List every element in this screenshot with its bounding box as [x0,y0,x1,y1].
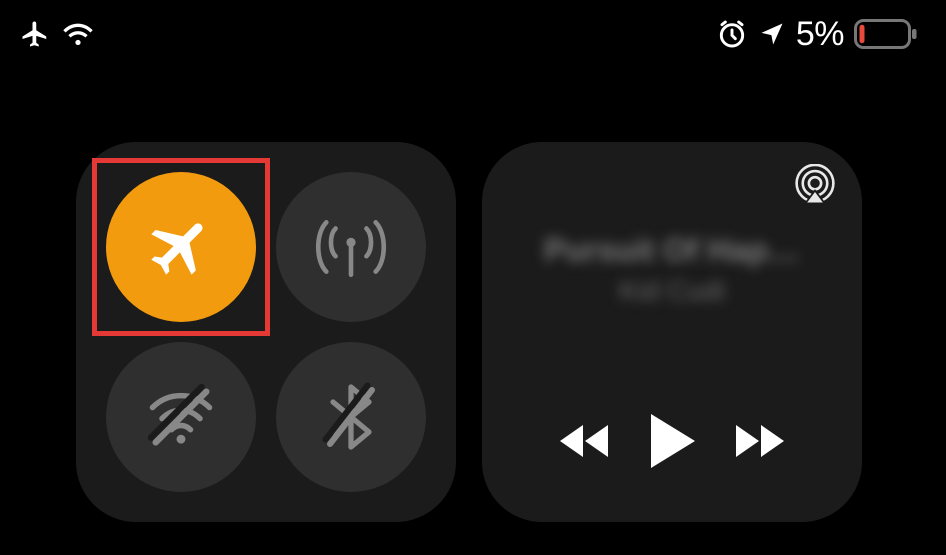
media-artist: Kid Cudi [506,275,838,307]
cellular-antenna-icon [314,210,388,284]
control-center-panels: Pursuit Of Hap… Kid Cudi [76,142,862,522]
bluetooth-toggle[interactable] [276,342,426,492]
wifi-off-icon [143,379,219,455]
status-left [20,19,94,49]
airplay-icon[interactable] [794,164,836,206]
battery-status-icon [854,19,918,49]
cellular-data-toggle[interactable] [276,172,426,322]
previous-track-button[interactable] [558,420,616,462]
media-panel[interactable]: Pursuit Of Hap… Kid Cudi [482,142,862,522]
status-bar: 5% [0,0,946,68]
battery-percent-label: 5% [796,15,844,54]
connectivity-grid [76,142,456,522]
wifi-toggle[interactable] [106,342,256,492]
next-track-button[interactable] [728,420,786,462]
alarm-status-icon [716,18,748,50]
connectivity-panel[interactable] [76,142,456,522]
location-status-icon [758,20,786,48]
media-title: Pursuit Of Hap… [506,232,838,269]
play-button[interactable] [647,412,697,470]
airplane-mode-status-icon [20,19,50,49]
wifi-status-icon [62,21,94,47]
bluetooth-off-icon [320,381,382,453]
airplane-icon [145,211,217,283]
status-right: 5% [716,15,918,54]
media-info: Pursuit Of Hap… Kid Cudi [506,232,838,307]
airplane-mode-toggle[interactable] [106,172,256,322]
media-controls [506,412,838,498]
